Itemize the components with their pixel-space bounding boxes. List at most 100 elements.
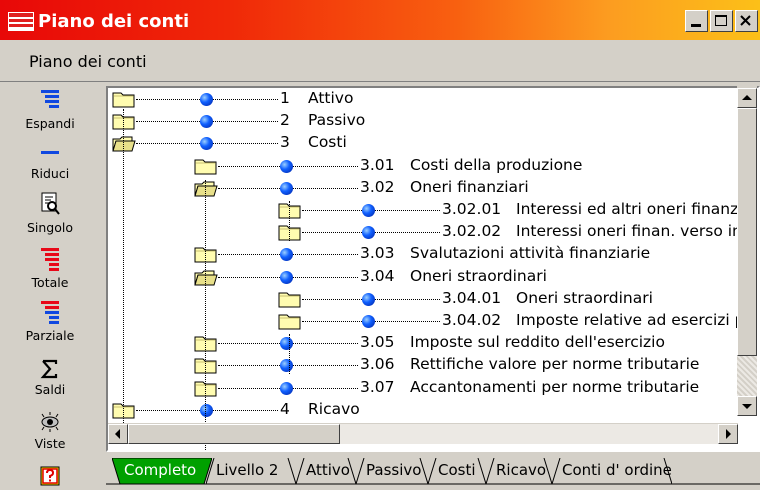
sigma-icon [40, 359, 58, 379]
collapse-button[interactable]: Riduci [0, 143, 100, 181]
horizontal-scroll-thumb[interactable] [128, 424, 340, 444]
tree-connector [375, 232, 440, 234]
folder-icon[interactable] [278, 312, 302, 335]
tree-connector [302, 210, 362, 211]
total-icon [41, 248, 59, 271]
tree-connector [375, 210, 440, 211]
arrow-right-icon [726, 429, 731, 439]
minimize-icon [691, 24, 701, 27]
tab-completo[interactable]: Completo [112, 458, 212, 484]
tab-passivo[interactable]: Passivo [356, 458, 428, 484]
tab-conti-ordine[interactable]: Conti d' ordine [552, 458, 672, 484]
tab-livello-2[interactable]: Livello 2 [206, 458, 296, 484]
accounts-tree[interactable]: 1 Attivo 2 Passivo 3 Costi 3.01 Costi della pro… [106, 86, 760, 452]
folder-icon[interactable] [194, 379, 218, 402]
tree-connector [375, 321, 440, 322]
tree-connector [213, 409, 278, 411]
tree-connector [293, 387, 358, 389]
account-node-icon [362, 315, 375, 328]
tree-connector [218, 365, 280, 367]
folder-icon[interactable] [194, 334, 218, 357]
folder-open-icon[interactable] [194, 179, 218, 202]
account-name: Rettifiche valore per norme tributarie [410, 355, 700, 374]
account-name: Imposte sul reddito dell'esercizio [410, 333, 665, 352]
folder-icon[interactable] [112, 401, 136, 424]
tree-connector [293, 165, 358, 167]
close-button[interactable] [735, 10, 758, 32]
tree-connector [136, 121, 200, 123]
single-icon [41, 192, 60, 215]
vertical-scroll-thumb[interactable] [737, 108, 757, 356]
tree-connector [302, 232, 362, 234]
tree-connector [293, 254, 358, 256]
tree-connector [302, 321, 362, 322]
account-node-icon [280, 359, 293, 373]
folder-icon[interactable] [194, 245, 218, 268]
total-button[interactable]: Totale [0, 246, 100, 290]
help-button[interactable] [0, 465, 100, 487]
tree-connector [293, 365, 358, 367]
partial-button[interactable]: Parziale [0, 299, 100, 343]
scroll-right-button[interactable] [718, 424, 738, 444]
title-bar[interactable]: Piano dei conti [0, 0, 760, 40]
folder-icon[interactable] [278, 223, 302, 246]
tree-connector [218, 343, 280, 345]
folder-icon[interactable] [194, 157, 218, 180]
folder-icon[interactable] [278, 201, 302, 224]
account-name: Accantonamenti per norme tributarie [410, 377, 700, 396]
scroll-up-button[interactable] [737, 88, 757, 108]
tree-connector [218, 165, 280, 167]
account-code: 3.04.01 [442, 288, 502, 307]
account-code: 3 [280, 133, 290, 152]
folder-open-icon[interactable] [112, 134, 136, 157]
tree-connector [136, 99, 200, 100]
tree-guide-line [289, 201, 290, 241]
account-code: 3.04 [360, 266, 395, 285]
folder-open-icon[interactable] [194, 268, 218, 291]
vertical-scrollbar[interactable] [737, 86, 757, 416]
expand-button[interactable]: Espandi [0, 87, 100, 131]
tree-guide-line [123, 109, 124, 439]
account-name: Svalutazioni attività finanziarie [410, 244, 651, 263]
menu-item-piano[interactable]: Piano dei conti [29, 52, 147, 71]
account-code: 3.02.01 [442, 200, 502, 218]
minimize-button[interactable] [685, 10, 708, 32]
account-name: Oneri straordinari [410, 266, 547, 285]
tab-costi[interactable]: Costi [428, 458, 486, 484]
folder-icon[interactable] [194, 356, 218, 379]
account-name: Interessi oneri finan. verso imp [516, 222, 757, 241]
account-code: 3.06 [360, 355, 395, 374]
folder-icon[interactable] [112, 90, 136, 113]
accounts-panel: 1 Attivo 2 Passivo 3 Costi 3.01 Costi della pro… [101, 86, 760, 490]
tree-connector [213, 143, 278, 145]
close-icon [740, 15, 751, 26]
tab-ricavo[interactable]: Ricavo [486, 458, 552, 484]
views-button[interactable]: Viste [0, 411, 100, 451]
account-node-icon [200, 115, 213, 129]
app-icon [8, 12, 34, 31]
folder-icon[interactable] [278, 290, 302, 313]
help-icon [40, 466, 60, 486]
account-code: 3.02.02 [442, 222, 502, 241]
account-name: Attivo [308, 89, 354, 107]
tree-row[interactable]: 3.01 Costi della produzione [108, 156, 758, 176]
tree-row[interactable]: 1 Attivo [108, 89, 758, 109]
tree-row[interactable]: 2 Passivo [108, 111, 758, 131]
account-name: Oneri finanziari [410, 177, 529, 196]
scroll-left-button[interactable] [108, 424, 128, 444]
account-code: 3.01 [360, 155, 395, 174]
arrow-down-icon [742, 404, 752, 409]
horizontal-scrollbar[interactable] [108, 423, 738, 444]
scroll-track[interactable] [737, 356, 757, 396]
scroll-down-button[interactable] [737, 396, 757, 416]
tree-connector [293, 276, 358, 278]
tab-attivo[interactable]: Attivo [296, 458, 356, 484]
account-code: 4 [280, 399, 290, 418]
balances-button[interactable]: Saldi [0, 359, 100, 397]
account-code: 1 [280, 89, 290, 107]
tree-connector [136, 143, 200, 145]
folder-icon[interactable] [112, 112, 136, 135]
tree-row[interactable]: 3 Costi [108, 133, 758, 153]
single-button[interactable]: Singolo [0, 191, 100, 235]
maximize-button[interactable] [710, 10, 733, 32]
